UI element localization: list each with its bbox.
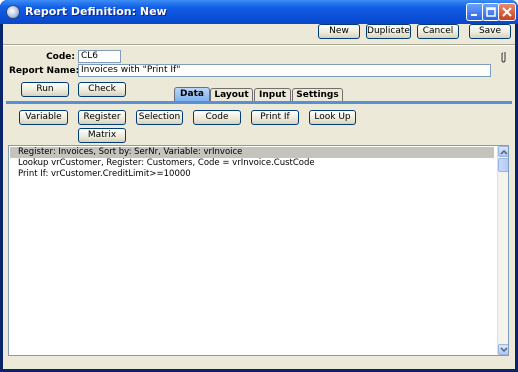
maximize-icon (486, 7, 496, 17)
title-bar[interactable]: Report Definition: New (0, 0, 518, 24)
vertical-scrollbar[interactable] (497, 146, 508, 355)
app-icon (6, 5, 20, 19)
scroll-thumb[interactable] (498, 158, 508, 172)
code-field[interactable]: CL6 (78, 50, 121, 63)
report-definition-window: Report Definition: New New Duplicate Can… (0, 0, 518, 372)
list-item[interactable]: Print If: vrCustomer.CreditLimit>=10000 (10, 169, 191, 180)
new-button[interactable]: New (318, 24, 360, 39)
chevron-down-icon (500, 347, 508, 353)
scroll-down-button[interactable] (498, 344, 508, 355)
register-button[interactable]: Register (78, 110, 126, 125)
close-icon (502, 7, 512, 17)
print-if-button[interactable]: Print If (251, 110, 299, 125)
close-button[interactable] (498, 3, 516, 21)
matrix-button[interactable]: Matrix (78, 128, 126, 143)
code-label: Code: (46, 52, 75, 62)
selection-button[interactable]: Selection (136, 110, 183, 125)
code-button[interactable]: Code (193, 110, 241, 125)
tab-layout[interactable]: Layout (210, 88, 253, 101)
check-button[interactable]: Check (78, 82, 126, 97)
report-name-label: Report Name: (9, 66, 80, 76)
run-button[interactable]: Run (21, 82, 69, 97)
cancel-button[interactable]: Cancel (417, 24, 459, 39)
minimize-icon (471, 14, 477, 16)
tab-strip-underline (6, 101, 512, 104)
report-definition-list[interactable]: Register: Invoices, Sort by: SerNr, Vari… (8, 145, 509, 356)
chevron-up-icon (500, 149, 508, 155)
tab-settings[interactable]: Settings (292, 88, 343, 101)
duplicate-button[interactable]: Duplicate (366, 24, 411, 39)
tab-data[interactable]: Data (174, 87, 210, 101)
paperclip-icon[interactable] (499, 50, 509, 64)
scroll-up-button[interactable] (498, 146, 508, 157)
toolbar-separator-highlight (3, 45, 515, 46)
window-title: Report Definition: New (25, 5, 167, 18)
report-name-field[interactable]: Invoices with "Print If" (78, 64, 491, 77)
save-button[interactable]: Save (469, 24, 511, 39)
look-up-button[interactable]: Look Up (309, 110, 356, 125)
window-client-area: New Duplicate Cancel Save Code: CL6 Repo… (3, 24, 515, 369)
tab-input[interactable]: Input (254, 88, 291, 101)
variable-button[interactable]: Variable (19, 110, 68, 125)
list-item[interactable]: Lookup vrCustomer, Register: Customers, … (10, 158, 315, 169)
list-item[interactable]: Register: Invoices, Sort by: SerNr, Vari… (10, 147, 494, 158)
